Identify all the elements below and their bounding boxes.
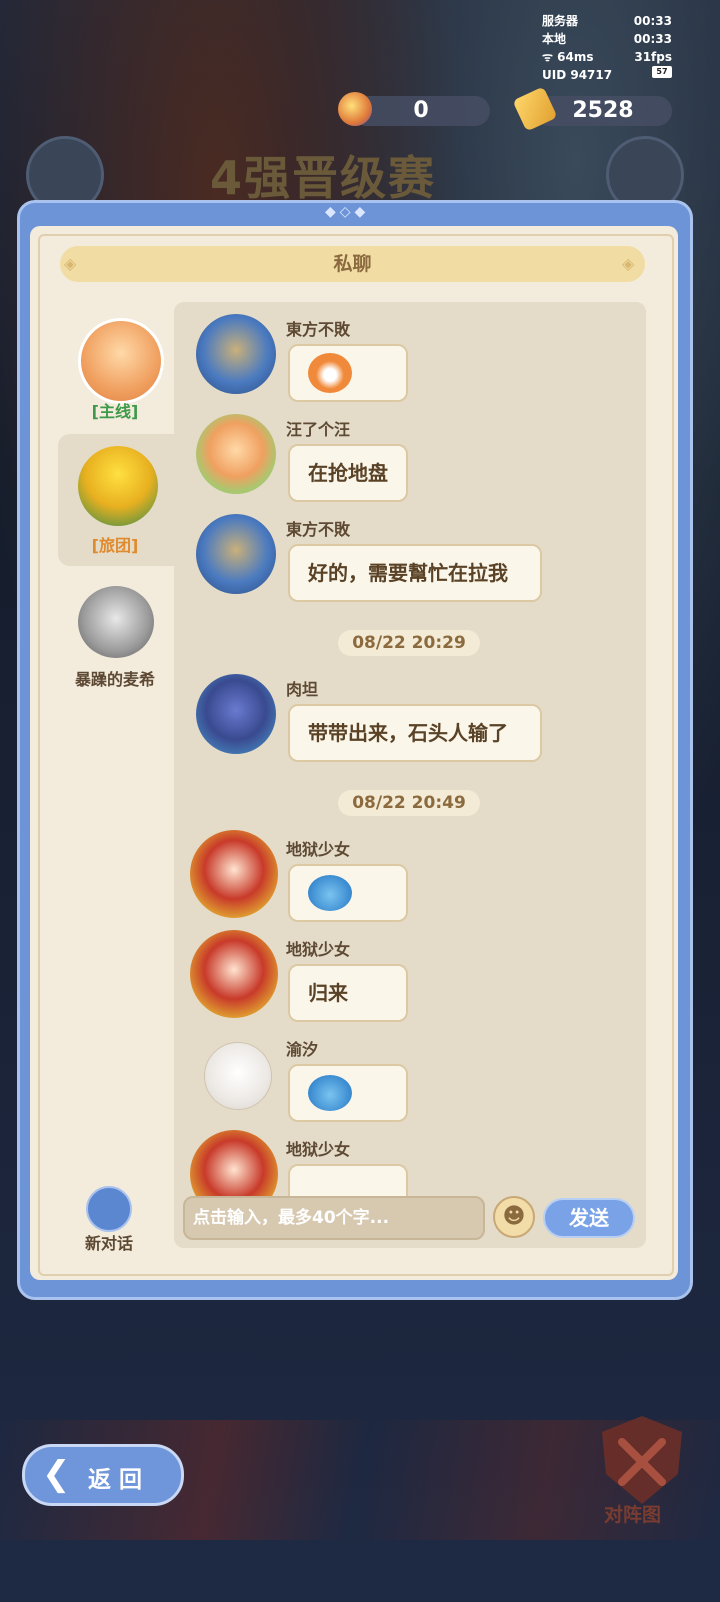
avatar[interactable] <box>196 674 276 754</box>
panel-ornament-icon: ◆◇◆ <box>325 204 370 220</box>
cat-sticker-icon <box>308 1075 352 1111</box>
sender-name: 東方不敗 <box>286 320 351 339</box>
message-bubble: 好的，需要幫忙在拉我 <box>288 544 542 602</box>
back-arrow-icon: ❮ <box>42 1454 71 1494</box>
sidebar-item-label: [旅团] <box>91 536 139 555</box>
server-label: 服务器 <box>542 14 579 28</box>
emoji-button[interactable]: ☻ <box>493 1196 535 1238</box>
message-bubble <box>288 864 408 922</box>
local-label: 本地 <box>542 32 567 46</box>
timestamp: 08/22 20:49 <box>338 790 480 816</box>
message-bubble: 归来 <box>288 964 408 1022</box>
sidebar-item-label: [主线] <box>91 402 139 421</box>
gem-icon <box>338 92 372 126</box>
message-bubble <box>288 344 408 402</box>
message-bubble: 在抢地盘 <box>288 444 408 502</box>
avatar[interactable] <box>196 414 276 494</box>
avatar <box>78 586 154 658</box>
local-time: 00:33 <box>633 32 672 46</box>
ping-value: ᯤ 64ms <box>542 50 594 64</box>
sender-name: 東方不敗 <box>286 520 351 539</box>
fox-sticker-icon <box>308 353 352 393</box>
sidebar-item-label: 暴躁的麦希 <box>74 670 155 689</box>
avatar <box>78 318 164 404</box>
chat-message-list[interactable]: 東方不敗 汪了个汪 在抢地盘 東方不敗 好的，需要幫忙在拉我 08/22 20:… <box>174 302 646 1248</box>
avatar[interactable] <box>190 930 278 1018</box>
timestamp: 08/22 20:29 <box>338 630 480 656</box>
gem-count: 0 <box>413 98 429 123</box>
message-bubble: 带带出来，石头人输了 <box>288 704 542 762</box>
battery-icon: 57 <box>652 66 672 78</box>
new-chat-label[interactable]: 新对话 <box>70 1230 148 1254</box>
back-label[interactable]: 返回 <box>88 1460 150 1494</box>
fps-value: 31fps <box>634 50 672 64</box>
sender-name: 地狱少女 <box>286 940 351 959</box>
gem-counter[interactable]: 0 <box>352 96 490 126</box>
sender-name: 地狱少女 <box>286 840 351 859</box>
background-event-title: 4强晋级赛 <box>210 151 437 205</box>
smiley-icon: ☻ <box>502 1204 526 1229</box>
avatar[interactable] <box>196 514 276 594</box>
sender-name: 渝汐 <box>286 1040 319 1059</box>
chat-input[interactable]: 点击输入，最多40个字... <box>183 1196 485 1240</box>
server-time: 00:33 <box>633 14 672 28</box>
formation-label[interactable]: 对阵图 <box>604 1500 661 1527</box>
sender-name: 地狱少女 <box>286 1140 351 1159</box>
cat-sticker-icon <box>308 875 352 911</box>
avatar[interactable] <box>196 314 276 394</box>
wifi-icon: ᯤ <box>542 50 558 64</box>
panel-title: 私聊 <box>60 246 645 282</box>
title-left-ornament-icon: ◈ <box>64 254 77 273</box>
title-right-ornament-icon: ◈ <box>622 254 635 273</box>
message-bubble <box>288 1064 408 1122</box>
formation-icon[interactable] <box>594 1412 690 1508</box>
sender-name: 汪了个汪 <box>286 420 351 439</box>
send-button[interactable]: 发送 <box>543 1198 635 1238</box>
avatar <box>78 446 158 526</box>
uid-label: UID 94717 <box>542 68 613 82</box>
coin-count: 2528 <box>572 98 634 123</box>
status-overlay: 服务器 00:33 本地 00:33 ᯤ 64ms 31fps UID 94717 57 <box>542 12 672 84</box>
avatar[interactable] <box>190 830 278 918</box>
avatar[interactable] <box>204 1042 272 1110</box>
new-chat-icon[interactable] <box>86 1186 132 1232</box>
sender-name: 肉坦 <box>286 680 319 699</box>
